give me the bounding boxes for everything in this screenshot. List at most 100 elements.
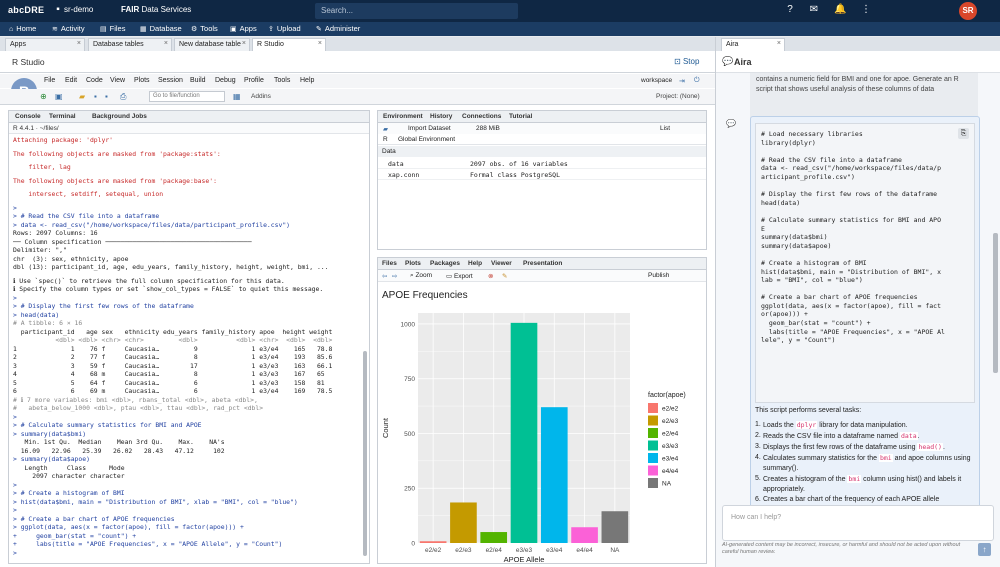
close-icon[interactable]: ×	[318, 40, 322, 47]
help-icon[interactable]: ?	[784, 4, 796, 16]
workspace-crumb[interactable]: sr-demo	[64, 5, 93, 14]
tab-presentation[interactable]: Presentation	[523, 260, 562, 267]
tools-icon: ⚙	[191, 26, 198, 33]
console-line: > hist(data$bmi, main = "Distribution of…	[13, 497, 298, 506]
fair-data-services-link[interactable]: FAIR Data Services	[121, 5, 191, 14]
nav-database[interactable]: ▦ Database	[140, 24, 182, 33]
aira-scrollbar[interactable]	[993, 233, 998, 373]
load-workspace-icon[interactable]: ▰	[383, 125, 388, 133]
apps-grid-icon[interactable]: ⋮	[860, 4, 872, 16]
new-project-icon[interactable]: ▣	[55, 92, 63, 101]
x-tick-label: NA	[610, 547, 620, 554]
menu-plots[interactable]: Plots	[134, 77, 150, 84]
open-folder-icon[interactable]: ▰	[79, 92, 85, 101]
menu-edit[interactable]: Edit	[65, 77, 77, 84]
tab-new-database-table[interactable]: New database table ×	[174, 38, 250, 51]
close-icon[interactable]: ×	[242, 40, 246, 47]
memory-usage[interactable]: 288 MiB	[476, 125, 500, 132]
stop-button[interactable]: ⊡ Stop	[674, 57, 699, 66]
legend-label: e2/e3	[662, 418, 679, 425]
menu-build[interactable]: Build	[190, 77, 206, 84]
tab-r-studio[interactable]: R Studio ×	[252, 38, 326, 51]
broom-icon[interactable]: ✎	[502, 272, 507, 280]
code-block[interactable]: ⎘ # Load necessary libraries library(dply…	[755, 123, 975, 403]
close-icon[interactable]: ×	[777, 40, 781, 47]
tab-console[interactable]: Console	[15, 113, 41, 120]
nav-files[interactable]: ▤ Files	[100, 24, 125, 33]
env-row-data[interactable]: data 2097 obs. of 16 variables	[378, 158, 706, 169]
notifications-icon[interactable]: 🔔	[834, 4, 846, 16]
step-number: 4.	[755, 454, 761, 461]
prev-plot-icon[interactable]: ⇦	[382, 272, 387, 280]
menu-code[interactable]: Code	[86, 77, 103, 84]
close-icon[interactable]: ×	[164, 40, 168, 47]
copy-icon[interactable]: ⎘	[958, 128, 969, 139]
tab-background-jobs[interactable]: Background Jobs	[92, 113, 147, 120]
tab-label: R Studio	[257, 41, 284, 48]
menu-session[interactable]: Session	[158, 77, 183, 84]
nav-activity[interactable]: ≋ Activity	[52, 24, 85, 33]
tab-terminal[interactable]: Terminal	[49, 113, 76, 120]
search-input[interactable]: Search...	[315, 3, 518, 19]
project-menu[interactable]: Project: (None)	[656, 93, 700, 100]
nav-administer[interactable]: ✎ Administer	[316, 24, 360, 33]
grid-icon[interactable]: ▦	[233, 92, 241, 101]
tab-database-tables[interactable]: Database tables ×	[88, 38, 172, 51]
chat-input[interactable]: How can I help?	[722, 505, 994, 541]
addins-menu[interactable]: Addins	[251, 93, 271, 100]
tab-tutorial[interactable]: Tutorial	[509, 113, 532, 120]
tab-plots[interactable]: Plots	[405, 260, 421, 267]
popout-icon[interactable]: ⇥	[679, 77, 685, 85]
explanation-step: 3. Displays the first few rows of the dat…	[755, 442, 977, 453]
save-icon[interactable]: ▪	[94, 92, 97, 101]
env-row-xap-conn[interactable]: xap.conn Formal class PostgreSQL	[378, 169, 706, 180]
tab-files[interactable]: Files	[382, 260, 397, 267]
remove-plot-icon[interactable]: ⊗	[488, 272, 493, 280]
x-tick-label: e3/e4	[546, 547, 563, 554]
tab-history[interactable]: History	[430, 113, 452, 120]
publish-button[interactable]: Publish	[648, 272, 669, 279]
console-output[interactable]: Attaching package: 'dplyr' The following …	[13, 136, 359, 563]
global-environment-select[interactable]: Global Environment	[398, 136, 455, 143]
menu-help[interactable]: Help	[300, 77, 314, 84]
console-scrollbar[interactable]	[363, 351, 367, 556]
tab-apps[interactable]: Apps ×	[5, 38, 85, 51]
nav-upload[interactable]: ⇪ Upload	[268, 24, 301, 33]
export-button[interactable]: ▭ Export	[446, 272, 473, 280]
console-line: + labs(title = "APOE Frequencies", x = "…	[13, 540, 283, 548]
new-file-icon[interactable]: ⊕	[40, 92, 47, 101]
tab-connections[interactable]: Connections	[462, 113, 501, 120]
menu-file[interactable]: File	[44, 77, 55, 84]
next-plot-icon[interactable]: ⇨	[392, 272, 397, 280]
menu-tools[interactable]: Tools	[274, 77, 290, 84]
language-select[interactable]: R	[383, 136, 388, 143]
print-icon[interactable]: ⎙	[120, 92, 126, 102]
tab-viewer[interactable]: Viewer	[491, 260, 512, 267]
menu-profile[interactable]: Profile	[244, 77, 264, 84]
tab-packages[interactable]: Packages	[430, 260, 460, 267]
tab-help[interactable]: Help	[468, 260, 482, 267]
list-view-toggle[interactable]: List	[660, 125, 670, 132]
code-line: lele", y = "Count")	[761, 336, 836, 345]
send-button[interactable]: ↑	[978, 543, 991, 556]
tab-label: Apps	[10, 41, 26, 48]
nav-home[interactable]: ⌂ Home	[9, 24, 36, 33]
save-all-icon[interactable]: ▪	[105, 92, 108, 101]
tab-aira[interactable]: Aira ×	[721, 38, 785, 51]
nav-tools[interactable]: ⚙ Tools	[191, 24, 218, 33]
close-icon[interactable]: ×	[77, 40, 81, 47]
chat-icon[interactable]: ✉	[808, 4, 820, 16]
nav-apps[interactable]: ▣ Apps	[230, 24, 257, 33]
import-dataset-button[interactable]: Import Dataset	[408, 125, 451, 132]
app-logo[interactable]: abcDRE	[8, 5, 44, 15]
export-icon: ▭	[446, 273, 454, 280]
legend-title: factor(apoe)	[648, 392, 686, 399]
menu-debug[interactable]: Debug	[215, 77, 236, 84]
code-line: geom_bar(stat = "count") +	[761, 319, 871, 328]
go-to-file-input[interactable]: Go to file/function	[149, 91, 225, 102]
menu-view[interactable]: View	[110, 77, 125, 84]
tab-environment[interactable]: Environment	[383, 113, 423, 120]
power-icon[interactable]: ⏻	[694, 77, 700, 85]
avatar[interactable]: SR	[959, 2, 977, 20]
zoom-button[interactable]: ⌕ Zoom	[410, 272, 432, 280]
